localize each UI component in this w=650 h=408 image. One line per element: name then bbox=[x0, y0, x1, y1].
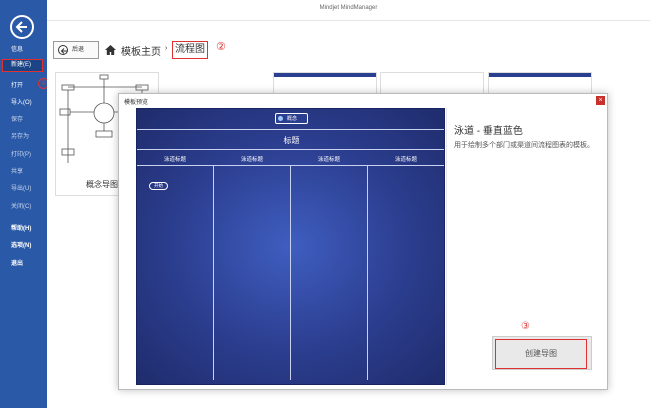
backstage-sidebar: 信息 新建(E) 打开 导入(O) 保存 另存为 打印(P) 共享 导出(U) … bbox=[0, 0, 47, 408]
lane-header: 泳道标题 bbox=[394, 157, 417, 163]
create-map-label: 创建导图 bbox=[495, 339, 587, 369]
lane-header: 泳道标题 bbox=[163, 157, 186, 163]
breadcrumb-separator: › bbox=[165, 45, 168, 52]
lane-divider bbox=[290, 165, 291, 380]
create-map-button[interactable]: 创建导图 bbox=[492, 336, 592, 370]
menu-save-as[interactable]: 另存为 bbox=[11, 131, 29, 140]
lane-divider bbox=[367, 165, 368, 380]
central-topic-label: 概念 bbox=[287, 116, 298, 122]
template-description: 用于绘制多个部门或渠道间流程图表的模板。 bbox=[454, 142, 594, 149]
lane-header: 泳道标题 bbox=[240, 157, 263, 163]
dialog-title: 模板预览 bbox=[124, 100, 149, 106]
back-button[interactable]: 后退 bbox=[53, 41, 99, 59]
template-preview-dialog: 模板预览 × 概念 标题 泳道标题 泳道标题 泳道标题 泳道标题 开始 泳道 -… bbox=[118, 93, 608, 390]
close-icon[interactable]: × bbox=[596, 96, 605, 105]
menu-import[interactable]: 导入(O) bbox=[11, 97, 32, 106]
step-marker-3: ③ bbox=[521, 321, 530, 332]
menu-open[interactable]: 打开 bbox=[11, 80, 23, 89]
preview-divider bbox=[137, 149, 444, 150]
back-arrow-icon[interactable] bbox=[10, 15, 34, 39]
preview-divider bbox=[137, 129, 444, 130]
template-preview-image: 概念 标题 泳道标题 泳道标题 泳道标题 泳道标题 开始 bbox=[136, 108, 445, 385]
menu-save[interactable]: 保存 bbox=[11, 114, 23, 123]
menu-info[interactable]: 信息 bbox=[11, 44, 23, 53]
start-node: 开始 bbox=[149, 182, 168, 190]
breadcrumb-home[interactable]: 模板主页 bbox=[121, 43, 161, 58]
back-arrow-icon bbox=[58, 45, 68, 55]
step-marker-2: ② bbox=[216, 41, 226, 53]
menu-export[interactable]: 导出(U) bbox=[11, 183, 31, 192]
menu-print[interactable]: 打印(P) bbox=[11, 149, 31, 158]
window-title: Mindjet MindManager bbox=[47, 0, 650, 20]
template-label: 概念导图 bbox=[86, 180, 118, 189]
menu-share[interactable]: 共享 bbox=[11, 166, 23, 175]
menu-help[interactable]: 帮助(H) bbox=[11, 223, 31, 232]
home-icon[interactable] bbox=[104, 44, 117, 56]
back-button-label: 后退 bbox=[72, 47, 85, 53]
template-name: 泳道 - 垂直蓝色 bbox=[454, 126, 523, 137]
lane-header: 泳道标题 bbox=[317, 157, 340, 163]
preview-title: 标题 bbox=[283, 136, 300, 145]
topic-icon bbox=[278, 116, 283, 121]
lane-divider bbox=[213, 165, 214, 380]
menu-close[interactable]: 关闭(C) bbox=[11, 201, 31, 210]
menu-exit[interactable]: 退出 bbox=[11, 258, 23, 267]
panel-separator bbox=[446, 108, 447, 385]
menu-options[interactable]: 选项(N) bbox=[11, 240, 31, 249]
menu-new[interactable]: 新建(E) bbox=[2, 59, 43, 72]
breadcrumb-current[interactable]: 流程图 bbox=[172, 41, 208, 59]
central-topic: 概念 bbox=[275, 113, 308, 124]
